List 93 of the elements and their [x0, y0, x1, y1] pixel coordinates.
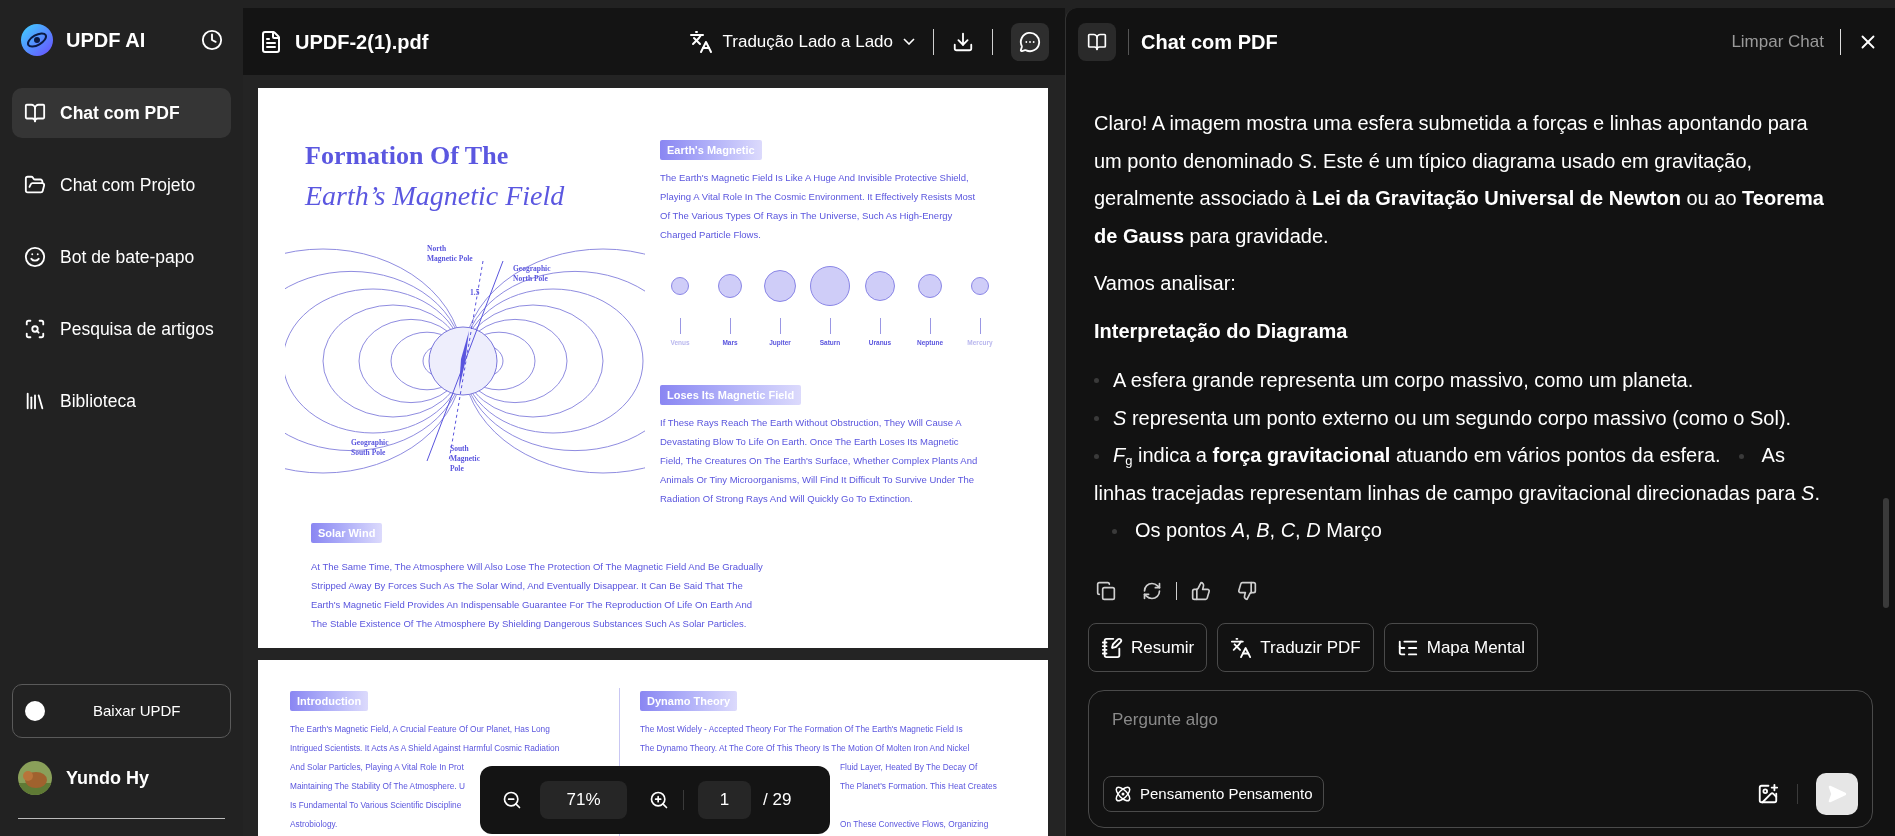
text-line: At The Same Time, The Atmosphere Will Also Lose The Protection Of The Magnetic Field And Be Gradually [311, 559, 763, 574]
text-line: Of The Various Types Of Rays in The Universe, Such As High-Energy [660, 209, 953, 223]
nav-item[interactable]: Chat com Projeto [12, 160, 231, 210]
nav-item[interactable]: Chat com PDF [12, 88, 231, 138]
text-line: The Planet's Formation. This Heat Creates [839, 780, 997, 793]
regenerate-icon[interactable] [1142, 581, 1162, 601]
message-text: F$_{g}$ indica a força gravitacional atuando em vários pontos da esfera. As linhas tracejadas representam linhas de campo gravitacional direcionadas para S. Os pontos A, B, C, D Março [1094, 443, 1821, 543]
text-line: If These Rays Reach The Earth Without Obstruction, They Will Cause A [660, 415, 962, 430]
text-line: The Most Widely - Accepted Theory For The Formation Of The Earth's Magnetic Field Is [640, 723, 963, 736]
section-heading: Introduction [290, 691, 369, 711]
text-line: Maintaining The Stability Of The Atmosphere. U [290, 780, 465, 793]
text-line: The Earth's Magnetic Field Is Like A Huge And Invisible Protective Shield, [660, 171, 969, 185]
copy-icon[interactable] [1096, 581, 1116, 601]
planet-icon [718, 274, 742, 298]
nav-item[interactable]: Bot de bate-papo [12, 232, 231, 282]
page-count: / 29 [763, 789, 792, 812]
thumbs-down-icon[interactable] [1237, 581, 1257, 601]
zoom-out-icon[interactable] [502, 790, 522, 810]
planet-icon [865, 271, 895, 301]
search-icon [24, 318, 46, 340]
bullet-icon [1094, 415, 1099, 421]
text-line: The Dynamo Theory. At The Core Of This Theory Is The Motion Of Molten Iron And Nickel [640, 742, 970, 755]
message-text: Vamos analisar: [1094, 271, 1237, 296]
nav-item[interactable]: Pesquisa de artigos [12, 304, 231, 354]
book-icon [1087, 31, 1107, 52]
message-text: A esfera grande representa um corpo massivo, como um planeta. [1113, 368, 1694, 393]
text-line: Playing A Vital Role In The Cosmic Environment. It Effectively Resists Most [660, 190, 976, 204]
text-line: Radiation Of Strong Rays And Will Quickly Go To Extinction. [660, 491, 913, 506]
text-line: Is Fundamental To Various Scientific Discipline [290, 799, 462, 812]
thumbs-up-icon[interactable] [1191, 581, 1211, 601]
text-line: On These Convective Flows, Organizing [839, 818, 989, 831]
chevron-icon [903, 38, 915, 45]
atom-icon [1114, 785, 1132, 803]
history-icon[interactable] [201, 29, 223, 51]
suggestion-chip[interactable]: Resumir [1088, 623, 1208, 672]
message-text: S representa um ponto externo ou um segundo corpo massivo (como o Sol). [1113, 405, 1792, 431]
text-line: Devastating Blow To Life On Earth. Once The Earth Loses Its Magnetic [660, 434, 959, 449]
message-heading: Interpretação do Diagrama [1094, 318, 1349, 344]
download-button[interactable]: Baixar UPDF [12, 684, 231, 738]
smiley-icon [24, 246, 46, 268]
section-heading: Dynamo Theory [640, 691, 738, 711]
book-button[interactable] [1078, 22, 1116, 61]
image-upload-icon[interactable] [1757, 783, 1779, 805]
text-line: Earth's Magnetic Field Provides An Indispensable Guarantee For The Reproduction Of Life On Earth And [311, 597, 752, 612]
download-icon[interactable] [952, 30, 974, 53]
nav-item[interactable]: Biblioteca [12, 376, 231, 426]
text-line: Field, The Creatures On The Earth's Surface, Whether Complex Plants And [660, 453, 978, 468]
folder-icon [24, 174, 46, 196]
planet-icon [918, 274, 942, 298]
translate-icon [1230, 636, 1253, 659]
panel-title: Chat com PDF [1141, 29, 1278, 55]
chat-bubble-icon [1019, 30, 1041, 53]
message-input-field[interactable]: Pergunte algo [1103, 705, 1858, 735]
planet-icon [671, 277, 689, 295]
logo-icon [20, 23, 54, 57]
send-icon [1827, 784, 1847, 804]
text-line: Stripped Away By Forces Such As The Solar Wind, And Eventually Disappear. It Can Be Said That The [311, 578, 743, 593]
text-line: Intrigued Scientists. It Acts As A Shield Against Harmful Cosmic Radiation [290, 742, 560, 755]
pdf-file-icon [259, 29, 283, 54]
clear-chat-button[interactable]: Limpar Chat [1731, 28, 1824, 55]
text-line: Charged Particle Flows. [660, 228, 761, 242]
document-subtitle: Earth’s Magnetic Field [305, 179, 566, 213]
books-icon [24, 390, 46, 412]
zoom-level-field[interactable]: 71% [540, 781, 627, 819]
message-text: Claro! A imagem mostra uma esfera submetida a forças e linhas apontando para um ponto denominado S. Este é um típico diagrama usado em gravitação, geralmente associado à Lei da Gravitação Universal de Newton ou ao Teorema de Gauss para gravidade. [1094, 111, 1825, 249]
planet-icon [810, 266, 850, 306]
text-line: Fluid Layer, Heated By The Decay Of [839, 761, 978, 774]
text-line: Astrobiology. [290, 818, 338, 831]
brand-name: UPDF AI [66, 28, 146, 53]
suggestion-chip[interactable]: Traduzir PDF [1217, 623, 1374, 672]
file-name: UPDF-2(1).pdf [295, 29, 429, 55]
ai-chat-button[interactable] [1011, 22, 1049, 61]
text-line: And Solar Particles, Playing A Vital Role In Prot [290, 761, 464, 774]
suggestion-chip[interactable]: Mapa Mental [1383, 623, 1539, 672]
page-number-field[interactable]: 1 [698, 781, 751, 819]
section-heading: Solar Wind [311, 522, 383, 543]
send-button[interactable] [1816, 773, 1858, 815]
planet-icon [971, 277, 989, 295]
zoom-in-icon[interactable] [649, 790, 669, 810]
chat-input[interactable]: Pergunte algo Pensamento Pensamento [1088, 690, 1873, 828]
book-icon [24, 102, 46, 124]
thinking-mode-button[interactable]: Pensamento Pensamento [1103, 776, 1324, 812]
bullet-icon [1094, 378, 1099, 384]
text-line: The Stable Existence Of The Atmosphere By Shielding Dangerous Substances Such As Solar Particles. [311, 616, 747, 631]
document-title: Formation Of The [305, 140, 510, 172]
translate-dropdown[interactable]: Tradução Lado a Lado [688, 28, 915, 55]
user-name: Yundo Hy [66, 766, 149, 790]
notes-icon [1101, 636, 1123, 659]
planet-icon [764, 270, 796, 302]
section-heading: Earth's Magnetic [660, 140, 762, 160]
text-line: Animals Or Tiny Microorganisms, Will Find It Difficult To Survive Under The [660, 472, 975, 487]
text-line: The Earth's Magnetic Field, A Crucial Feature Of Our Planet, Has Long [290, 723, 550, 736]
translate-icon [688, 29, 713, 54]
